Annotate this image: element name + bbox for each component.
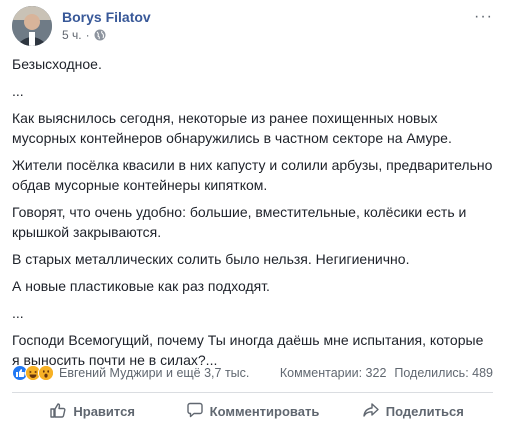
post-paragraph: ... bbox=[12, 83, 24, 99]
post-paragraph: В старых металлических солить было нельз… bbox=[12, 251, 410, 267]
more-options-icon[interactable]: ··· bbox=[474, 8, 493, 26]
facebook-post: Borys Filatov 5 ч. · ··· Безысходное. ..… bbox=[0, 0, 505, 428]
post-meta: 5 ч. · bbox=[62, 28, 106, 42]
post-paragraph: ... bbox=[12, 305, 24, 321]
post-paragraph: А новые пластиковые как раз подходят. bbox=[12, 278, 270, 294]
share-button[interactable]: Поделиться bbox=[333, 396, 493, 426]
shares-count[interactable]: Поделились: 489 bbox=[394, 366, 493, 380]
post-paragraph: Говорят, что очень удобно: большие, вмес… bbox=[12, 204, 467, 240]
engagement-counts: Комментарии: 322 Поделились: 489 bbox=[280, 366, 493, 380]
comment-button[interactable]: Комментировать bbox=[172, 396, 332, 426]
thumbs-up-icon bbox=[49, 401, 67, 422]
comments-count[interactable]: Комментарии: 322 bbox=[280, 366, 387, 380]
post-paragraph: Как выяснилось сегодня, некоторые из ран… bbox=[12, 110, 452, 146]
post-paragraph: Безысходное. bbox=[12, 56, 102, 72]
comment-icon bbox=[186, 401, 204, 422]
post-time[interactable]: 5 ч. bbox=[62, 28, 82, 42]
post-stats: Евгений Муджири и ещё 3,7 тыс. Комментар… bbox=[12, 362, 493, 384]
share-icon bbox=[362, 401, 380, 422]
post-text: Безысходное. ... Как выяснилось сегодня,… bbox=[12, 54, 493, 377]
like-button[interactable]: Нравится bbox=[12, 396, 172, 426]
reaction-icons[interactable] bbox=[12, 365, 54, 381]
post-actions: Нравится Комментировать Поделиться bbox=[12, 396, 493, 426]
wow-icon bbox=[38, 365, 54, 381]
post-paragraph: Жители посёлка квасили в них капусту и с… bbox=[12, 157, 493, 193]
author-avatar[interactable] bbox=[12, 6, 52, 46]
globe-icon bbox=[94, 29, 106, 41]
reactors-summary[interactable]: Евгений Муджири и ещё 3,7 тыс. bbox=[59, 366, 249, 380]
divider bbox=[12, 392, 493, 393]
like-label: Нравится bbox=[73, 403, 135, 419]
comment-label: Комментировать bbox=[209, 403, 320, 419]
share-label: Поделиться bbox=[385, 403, 464, 419]
author-name[interactable]: Borys Filatov bbox=[62, 9, 151, 25]
post-header: Borys Filatov 5 ч. · ··· bbox=[12, 6, 493, 46]
